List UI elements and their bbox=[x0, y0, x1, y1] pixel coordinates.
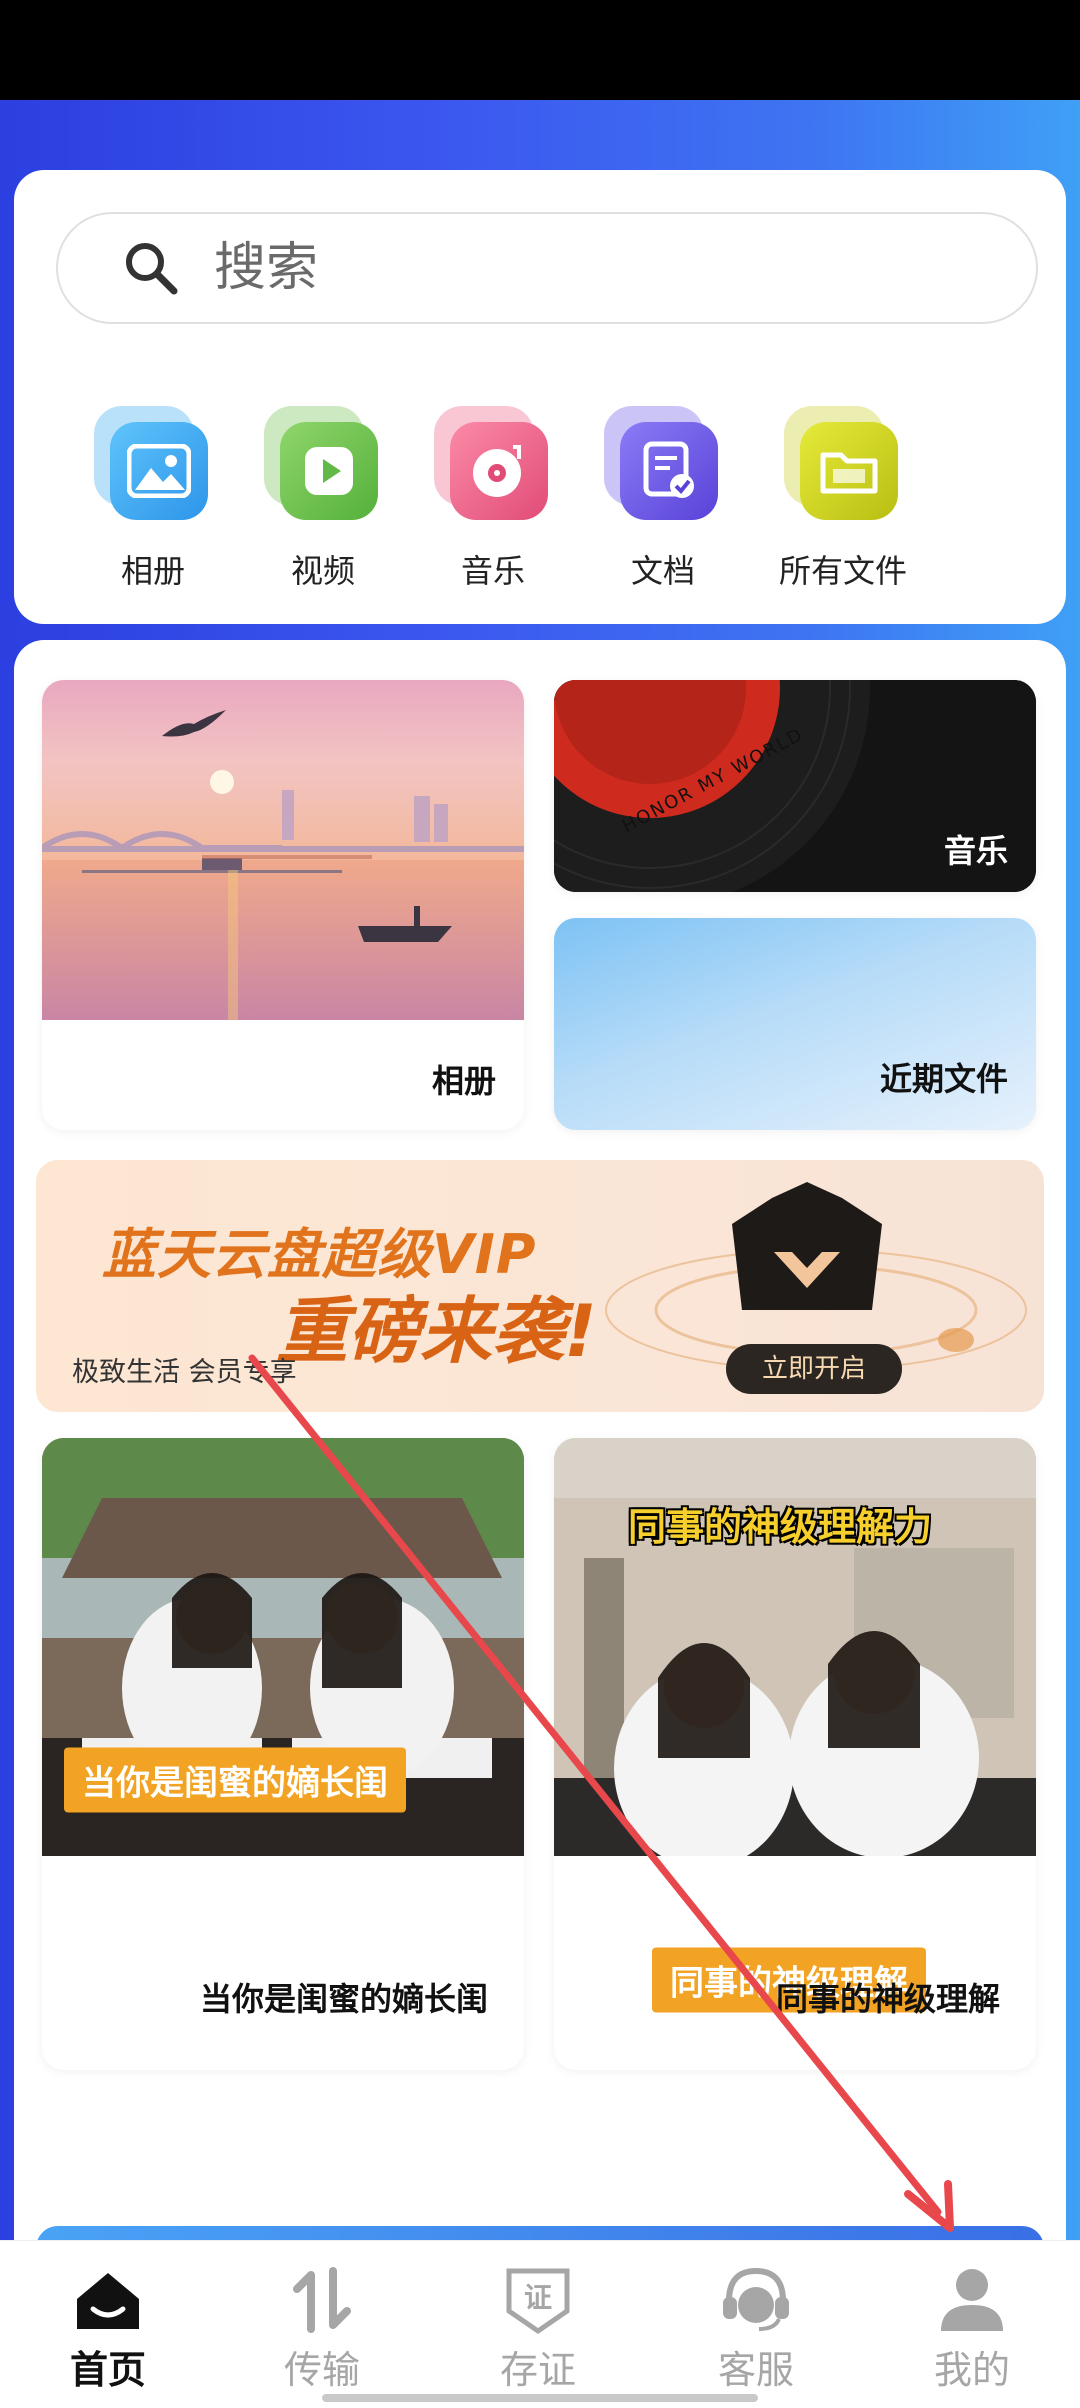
nav-certificate[interactable]: 证 存证 bbox=[468, 2265, 608, 2394]
search-icon bbox=[126, 243, 178, 295]
video-title-overlay-2: 同事的神级理解力 bbox=[628, 1505, 933, 1549]
recent-files-tile-label: 近期文件 bbox=[879, 1060, 1008, 1098]
video-tile-1[interactable]: 当你是闺蜜的嫡长闺 当你是闺蜜的嫡长闺 bbox=[42, 1438, 524, 2070]
nav-label-certificate: 存证 bbox=[499, 2348, 576, 2392]
photo-album-icon bbox=[110, 422, 208, 520]
bottom-nav: 首页 传输 证 存证 客服 我的 bbox=[0, 2240, 1080, 2408]
status-bar bbox=[0, 0, 1080, 100]
quick-label-album: 相册 bbox=[120, 552, 185, 590]
vip-banner[interactable]: 蓝天云盘超级VIP 重磅来袭! 极致生活 会员专享 立即开启 bbox=[36, 1160, 1044, 1412]
music-disc-icon bbox=[450, 422, 548, 520]
quick-item-music[interactable]: 音乐 bbox=[408, 406, 578, 592]
nav-label-customer-service: 客服 bbox=[717, 2348, 794, 2392]
certificate-icon: 证 bbox=[506, 2268, 570, 2335]
video-tile-2[interactable]: 同事的神级理解力 同事的神级理解 同事的神级理解 bbox=[554, 1438, 1036, 2070]
music-tile-label: 音乐 bbox=[943, 832, 1008, 870]
video-label-1: 当你是闺蜜的嫡长闺 bbox=[199, 1980, 488, 2018]
recent-files-tile[interactable]: 近期文件 bbox=[554, 918, 1036, 1130]
top-card: 相册 视频 bbox=[14, 170, 1066, 624]
quick-label-music: 音乐 bbox=[460, 552, 525, 590]
content-card: 相册 HONOR MY WORLD 音乐 近期文件 蓝天云盘超级VIP 重磅来袭… bbox=[14, 640, 1066, 2286]
folder-icon bbox=[800, 422, 898, 520]
document-icon bbox=[620, 422, 718, 520]
nav-transfer[interactable]: 传输 bbox=[252, 2265, 392, 2394]
music-tile[interactable]: HONOR MY WORLD 音乐 bbox=[554, 680, 1036, 892]
album-tile-label: 相册 bbox=[431, 1062, 496, 1100]
video-caption-1: 当你是闺蜜的嫡长闺 bbox=[64, 1747, 406, 1813]
profile-icon bbox=[941, 2269, 1003, 2331]
quick-access-row: 相册 视频 音乐 文档 所有文件 bbox=[14, 406, 1066, 606]
nav-profile[interactable]: 我的 bbox=[902, 2265, 1042, 2394]
customer-service-icon bbox=[723, 2267, 789, 2331]
banner-title-line2: 重磅来袭! bbox=[276, 1289, 597, 1373]
quick-item-all-files[interactable]: 所有文件 bbox=[758, 406, 928, 592]
video-play-icon bbox=[280, 422, 378, 520]
nav-label-profile: 我的 bbox=[933, 2348, 1010, 2392]
quick-item-document[interactable]: 文档 bbox=[578, 406, 748, 592]
nav-label-home: 首页 bbox=[69, 2348, 146, 2392]
open-vip-button[interactable]: 立即开启 bbox=[726, 1344, 902, 1394]
crown-icon bbox=[732, 1182, 882, 1310]
transfer-icon bbox=[293, 2267, 351, 2333]
quick-label-all-files: 所有文件 bbox=[778, 552, 907, 590]
search-input[interactable] bbox=[214, 238, 914, 298]
svg-text:证: 证 bbox=[524, 2281, 552, 2314]
home-indicator bbox=[322, 2394, 758, 2402]
album-cover-image bbox=[42, 680, 524, 1020]
nav-customer-service[interactable]: 客服 bbox=[686, 2265, 826, 2394]
banner-subtitle: 极致生活 会员专享 bbox=[72, 1357, 297, 1388]
album-tile[interactable]: 相册 bbox=[42, 680, 524, 1130]
nav-label-transfer: 传输 bbox=[283, 2348, 360, 2392]
quick-item-video[interactable]: 视频 bbox=[238, 406, 408, 592]
home-icon bbox=[77, 2273, 139, 2329]
search-bar[interactable] bbox=[56, 212, 1038, 324]
nav-home[interactable]: 首页 bbox=[38, 2265, 178, 2394]
quick-label-video: 视频 bbox=[290, 552, 355, 590]
quick-label-document: 文档 bbox=[630, 552, 695, 590]
quick-item-album[interactable]: 相册 bbox=[68, 406, 238, 592]
video-label-2: 同事的神级理解 bbox=[775, 1980, 1000, 2018]
